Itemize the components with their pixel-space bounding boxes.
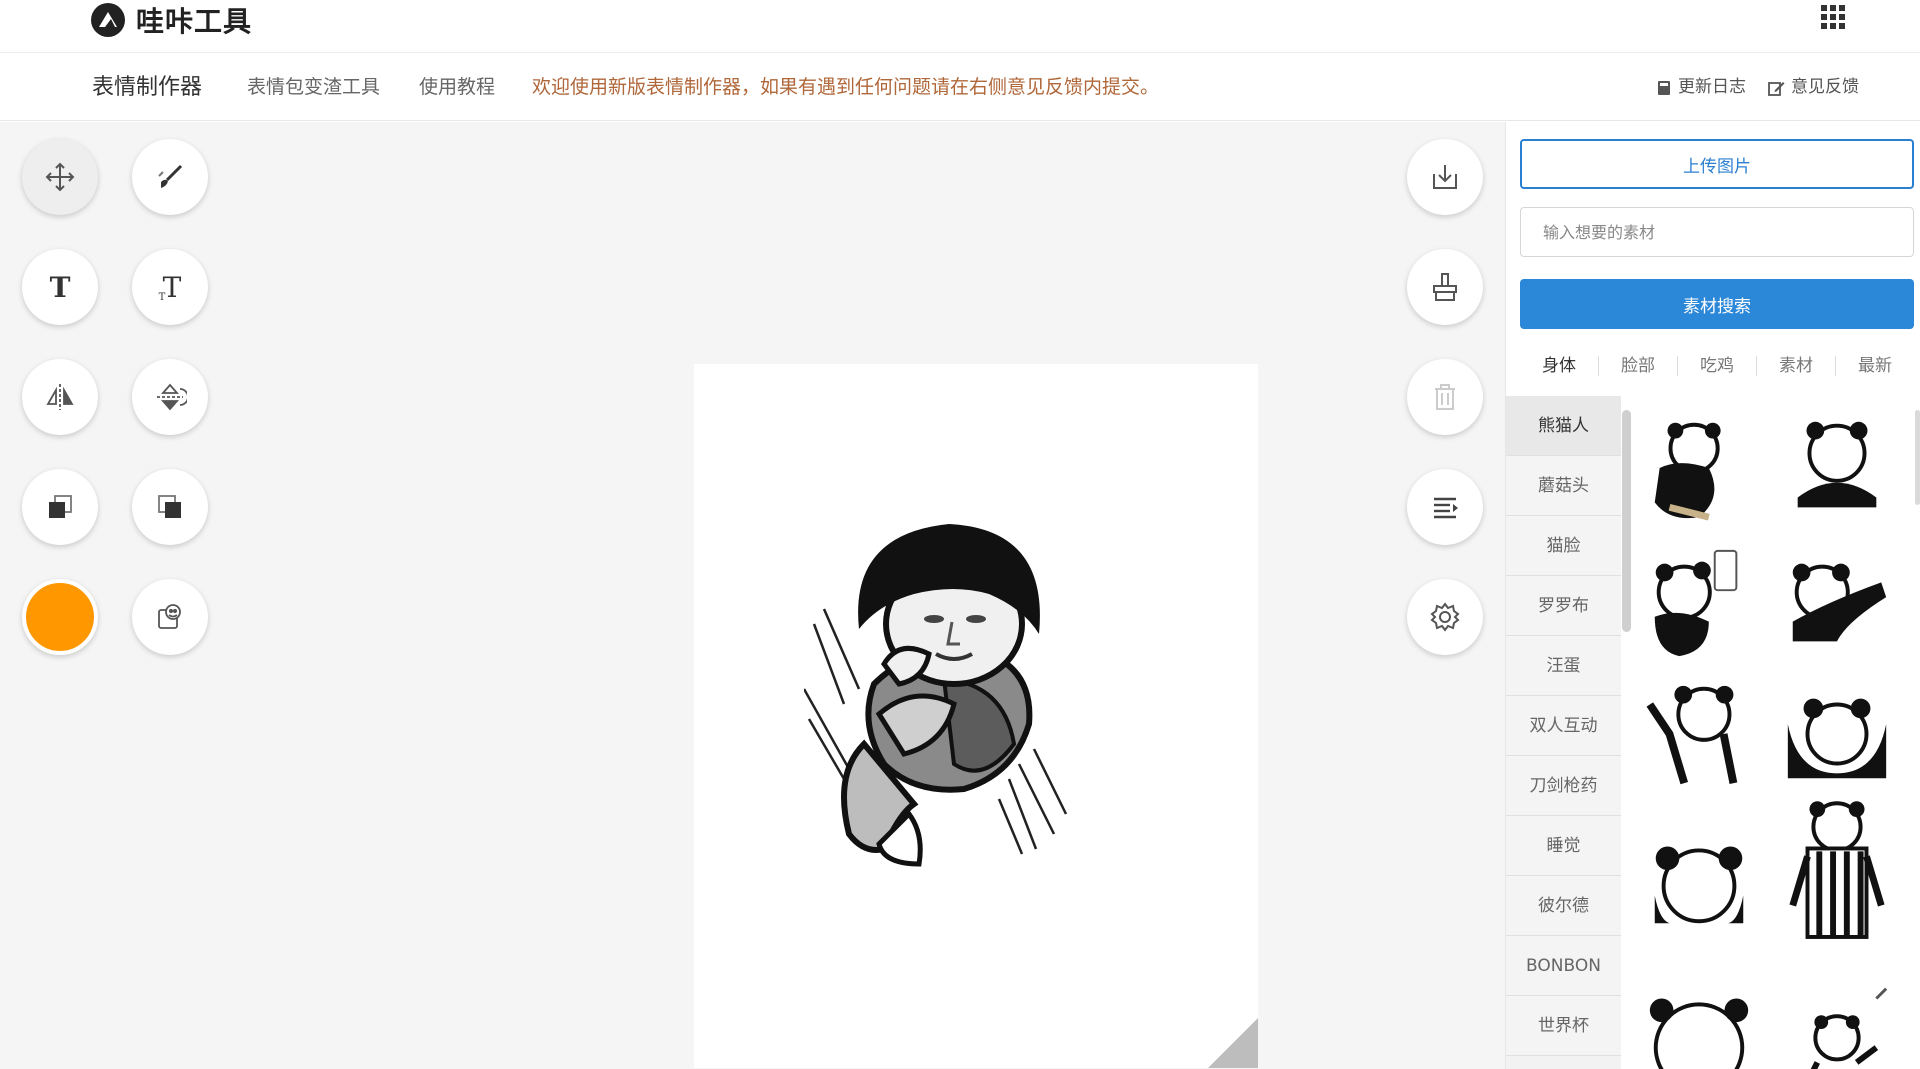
align-icon [1434,497,1458,519]
feedback-label: 意见反馈 [1791,77,1859,97]
sticker-add-icon [158,604,181,629]
align-button[interactable] [1407,469,1483,545]
panda-sticker[interactable] [1636,672,1762,796]
move-tool-button[interactable] [22,139,98,215]
settings-button[interactable] [1407,579,1483,655]
tab-pubg[interactable]: 吃鸡 [1678,356,1757,376]
sub-navigation: 表情制作器 表情包变渣工具 使用教程 欢迎使用新版表情制作器，如果有遇到任何问题… [0,54,1920,121]
logo[interactable]: 哇咔工具 [90,2,252,38]
subcategory-item[interactable]: 熊猫人 [1506,396,1621,456]
upload-image-button[interactable]: 上传图片 [1520,139,1914,189]
vertical-text-tool-button[interactable]: T T [132,249,208,325]
material-search-button[interactable]: 素材搜索 [1520,279,1914,329]
subcategory-item[interactable]: 睡觉 [1506,816,1621,876]
delete-icon [1435,384,1455,410]
subcategory-item[interactable]: BONBON [1506,936,1621,996]
subcategory-item[interactable]: 汪蛋 [1506,636,1621,696]
sticker-grid [1636,406,1912,1069]
flip-horizontal-icon [46,384,74,410]
grid-apps-icon[interactable] [1820,4,1846,30]
changelog-link[interactable]: 更新日志 [1656,54,1746,121]
panda-sticker[interactable] [1774,796,1900,956]
download-icon [1433,165,1457,189]
material-panel: 上传图片 素材搜索 身体 脸部 吃鸡 素材 最新 熊猫人 蘑菇头 猫脸 罗罗布 … [1505,122,1920,1069]
nav-link-tutorial[interactable]: 使用教程 [419,54,495,121]
subcategory-item[interactable]: 世界杯 [1506,996,1621,1056]
tab-material[interactable]: 素材 [1757,356,1836,376]
subcategory-item[interactable]: 蘑菇头 [1506,456,1621,516]
text-tool-button[interactable]: T [22,249,98,325]
top-header: 哇咔工具 [0,0,1920,53]
vertical-text-icon: T T [159,271,182,304]
panda-sticker[interactable] [1774,672,1900,796]
brush-tool-button[interactable] [132,139,208,215]
workspace: T T T [0,122,1505,1069]
panda-sticker[interactable] [1774,540,1900,664]
changelog-label: 更新日志 [1678,77,1746,97]
flip-horizontal-button[interactable] [22,359,98,435]
subcategory-list: 熊猫人 蘑菇头 猫脸 罗罗布 汪蛋 双人互动 刀剑枪药 睡觉 彼尔德 BONBO… [1506,396,1621,1069]
edit-icon [1768,81,1785,96]
delete-button[interactable] [1407,359,1483,435]
download-button[interactable] [1407,139,1483,215]
logo-icon [91,3,125,37]
sticker-grid-scrollbar[interactable] [1915,410,1920,505]
page-title[interactable]: 表情制作器 [92,54,202,121]
flip-vertical-icon [157,383,187,411]
logo-text: 哇咔工具 [136,5,253,38]
material-search-input[interactable] [1520,207,1914,257]
settings-icon [1430,602,1460,632]
panda-sticker[interactable] [1636,406,1762,530]
brush-icon [158,164,183,188]
move-icon [45,162,75,192]
meme-canvas[interactable] [694,364,1258,1068]
svg-text:T: T [159,292,166,303]
subcategory-item[interactable]: 罗罗布 [1506,576,1621,636]
feedback-link[interactable]: 意见反馈 [1768,54,1859,121]
svg-text:T: T [50,271,71,304]
color-picker[interactable] [22,579,98,655]
panda-sticker[interactable] [1636,814,1762,938]
meme-sticker-image[interactable] [804,514,1104,874]
subcategory-item[interactable]: 猫脸 [1506,516,1621,576]
subcategory-item[interactable]: 双人互动 [1506,696,1621,756]
svg-text:T: T [163,271,182,304]
notice-text: 欢迎使用新版表情制作器，如果有遇到任何问题请在右侧意见反馈内提交。 [532,76,1160,98]
flip-vertical-button[interactable] [132,359,208,435]
panda-sticker[interactable] [1774,406,1900,530]
subcategory-scrollbar[interactable] [1622,410,1631,632]
panda-sticker[interactable] [1636,966,1762,1069]
tab-face[interactable]: 脸部 [1599,356,1678,376]
resize-corner-icon[interactable] [1208,1018,1258,1068]
nav-link-degrade-tool[interactable]: 表情包变渣工具 [247,54,380,121]
text-icon: T [50,271,71,304]
subcategory-item[interactable]: 彼尔德 [1506,876,1621,936]
tab-body[interactable]: 身体 [1520,356,1599,376]
panda-sticker[interactable] [1636,540,1762,664]
subcategory-item[interactable]: 刀剑枪药 [1506,756,1621,816]
category-tabs: 身体 脸部 吃鸡 素材 最新 [1520,348,1914,384]
book-icon [1658,80,1670,95]
send-backward-icon [158,495,181,518]
add-sticker-button[interactable] [132,579,208,655]
send-backward-button[interactable] [132,469,208,545]
clear-canvas-button[interactable] [1407,249,1483,325]
bring-forward-button[interactable] [22,469,98,545]
bring-forward-icon [49,495,72,518]
panda-sticker[interactable] [1774,966,1900,1069]
tab-latest[interactable]: 最新 [1836,356,1914,376]
clear-icon [1433,273,1457,301]
